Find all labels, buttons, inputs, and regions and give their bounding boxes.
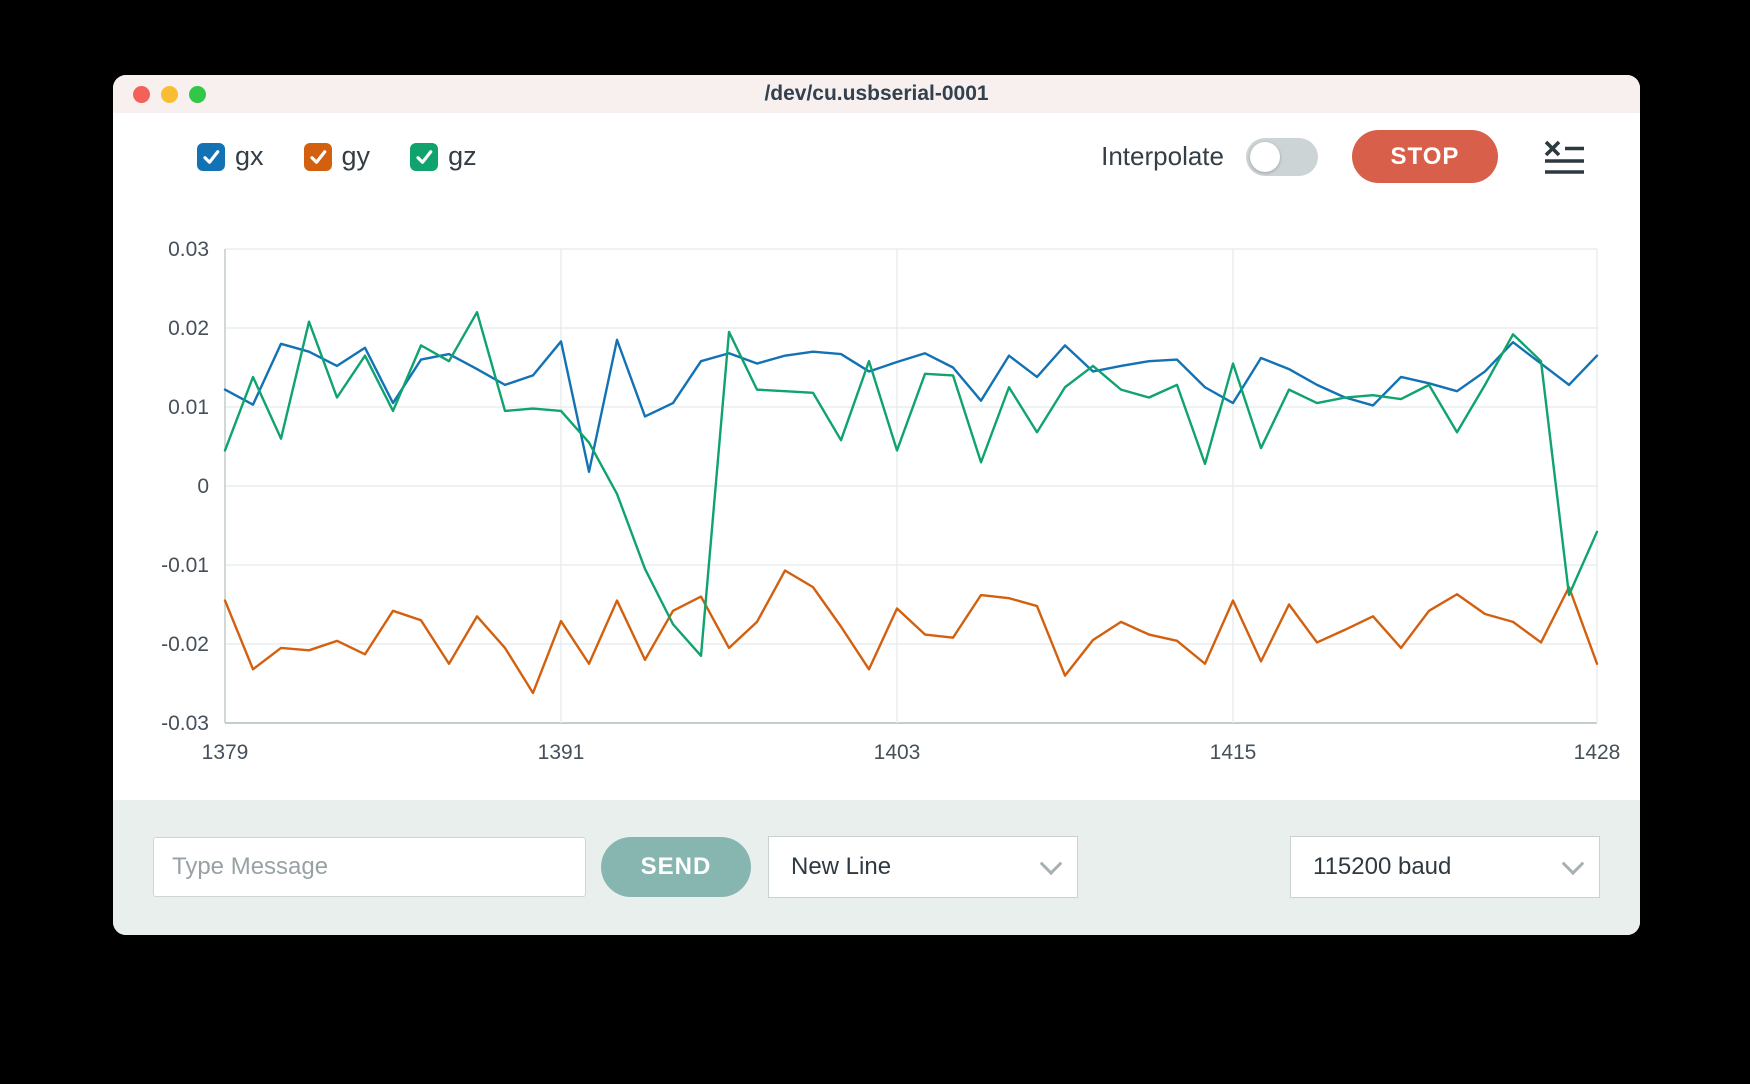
message-input[interactable]: [153, 837, 586, 897]
serial-plotter-window: /dev/cu.usbserial-0001 gx gy: [113, 75, 1640, 935]
message-bar: SEND New Line 115200 baud: [113, 800, 1640, 935]
series-legend: gx gy gz: [113, 141, 477, 172]
interpolate-toggle[interactable]: [1246, 138, 1318, 176]
checkbox-checked-icon[interactable]: [410, 143, 438, 171]
series-line-gz: [225, 312, 1597, 656]
y-axis-tick-label: 0.01: [168, 396, 209, 419]
x-axis-tick-label: 1403: [874, 741, 921, 764]
check-icon: [202, 148, 220, 166]
series-line-gx: [225, 340, 1597, 472]
window-title: /dev/cu.usbserial-0001: [764, 82, 988, 106]
toolbar-right-controls: Interpolate STOP: [1101, 130, 1640, 183]
y-axis-tick-label: 0.03: [168, 238, 209, 261]
clear-list-icon[interactable]: [1544, 140, 1584, 174]
x-axis-tick-label: 1391: [538, 741, 585, 764]
desktop-background: /dev/cu.usbserial-0001 gx gy: [0, 0, 1750, 1084]
series-checkbox-gy[interactable]: gy: [304, 141, 371, 172]
traffic-lights: [133, 75, 206, 113]
line-ending-value: New Line: [791, 853, 891, 881]
series-checkbox-gz[interactable]: gz: [410, 141, 477, 172]
baud-rate-value: 115200 baud: [1313, 853, 1451, 881]
x-axis-tick-label: 1415: [1210, 741, 1257, 764]
series-label: gz: [448, 141, 477, 172]
checkbox-checked-icon[interactable]: [304, 143, 332, 171]
chevron-down-icon: [1562, 852, 1585, 875]
series-checkbox-gx[interactable]: gx: [197, 141, 264, 172]
toolbar: gx gy gz Interpolate: [113, 113, 1640, 200]
series-line-gy: [225, 571, 1597, 693]
check-icon: [309, 148, 327, 166]
minimize-button[interactable]: [161, 86, 178, 103]
x-axis-tick-label: 1379: [202, 741, 249, 764]
line-ending-select[interactable]: New Line: [768, 836, 1078, 898]
toggle-knob: [1250, 142, 1280, 172]
close-button[interactable]: [133, 86, 150, 103]
y-axis-tick-label: -0.03: [161, 712, 209, 735]
series-label: gx: [235, 141, 264, 172]
y-axis-tick-label: -0.01: [161, 554, 209, 577]
series-label: gy: [342, 141, 371, 172]
check-icon: [415, 148, 433, 166]
stop-button[interactable]: STOP: [1352, 130, 1498, 183]
y-axis-tick-label: -0.02: [161, 633, 209, 656]
send-button[interactable]: SEND: [601, 837, 751, 897]
baud-rate-select[interactable]: 115200 baud: [1290, 836, 1600, 898]
interpolate-label: Interpolate: [1101, 141, 1224, 172]
x-axis-tick-label: 1428: [1574, 741, 1621, 764]
chart-plot-area: 0.03 0.02 0.01 0 -0.01 -0.02 -0.03 1379 1391 1403…: [113, 200, 1640, 800]
y-axis-tick-label: 0: [197, 475, 209, 498]
chevron-down-icon: [1040, 852, 1063, 875]
zoom-button[interactable]: [189, 86, 206, 103]
titlebar[interactable]: /dev/cu.usbserial-0001: [113, 75, 1640, 114]
y-axis-tick-label: 0.02: [168, 317, 209, 340]
checkbox-checked-icon[interactable]: [197, 143, 225, 171]
